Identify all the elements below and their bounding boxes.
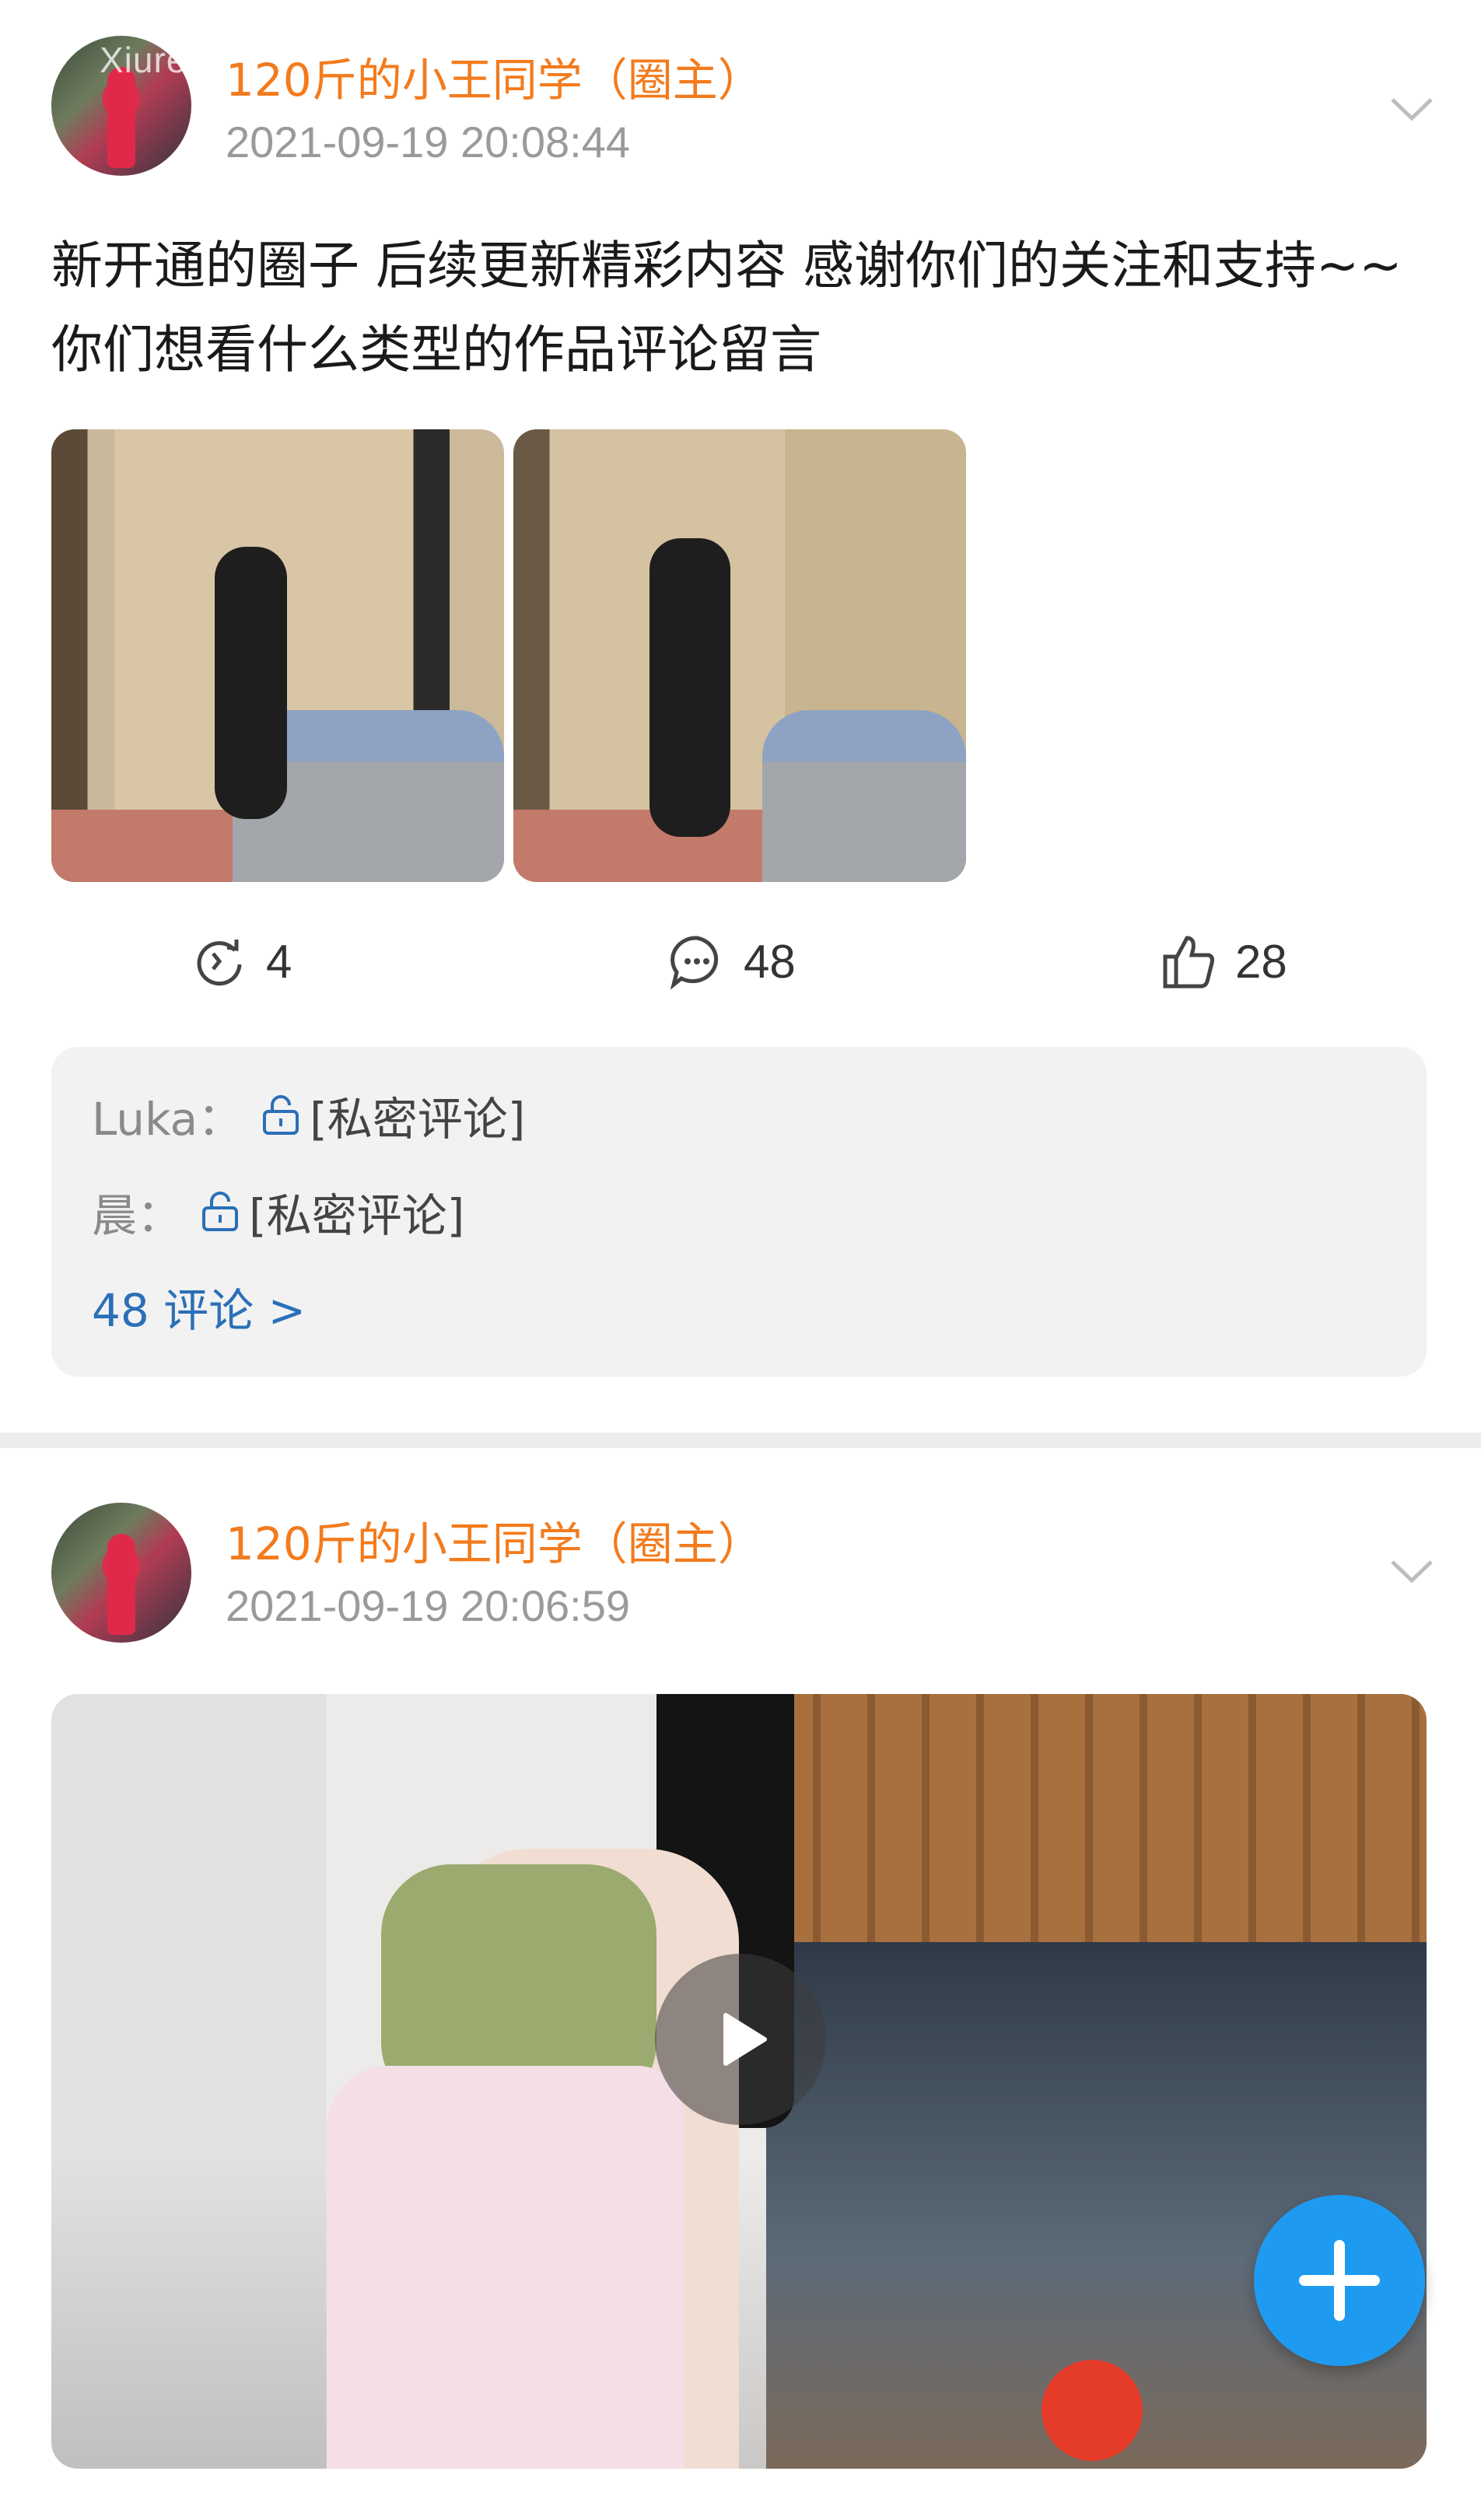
repost-count: 4 [266, 935, 292, 988]
comment-text: [私密评论] [310, 1093, 526, 1146]
comment-item[interactable]: 晨： [私密评论] [92, 1179, 464, 1244]
comment-preview[interactable]: Luka： [私密评论] 晨： [私密评论] 48 评论 > [51, 1047, 1427, 1377]
chevron-down-icon[interactable] [1388, 1546, 1436, 1594]
play-button[interactable] [655, 1954, 826, 2125]
avatar[interactable] [51, 1503, 191, 1643]
like-button[interactable]: 28 [1159, 932, 1287, 991]
post-divider [0, 1433, 1481, 1448]
repost-button[interactable]: 4 [190, 932, 292, 991]
comment-button[interactable]: 48 [667, 932, 796, 991]
view-all-comments-link[interactable]: 48 评论 > [92, 1274, 306, 1339]
post-image[interactable] [513, 429, 966, 882]
action-bar: 4 48 28 [0, 926, 1481, 1003]
comment-item[interactable]: Luka： [私密评论] [92, 1083, 525, 1148]
comment-text: [私密评论] [249, 1189, 465, 1242]
play-icon [723, 2013, 767, 2066]
post-time: 2021-09-19 20:06:59 [226, 1581, 630, 1630]
commenter-name: Luka： [92, 1093, 243, 1146]
author-name[interactable]: 120斤的小王同学（圈主） [226, 44, 763, 109]
add-post-button[interactable] [1254, 2195, 1425, 2366]
watermark: Xiuren [100, 40, 208, 80]
post-1: 120斤的小王同学（圈主） 2021-09-19 20:08:44 新开通的圈子… [0, 0, 1481, 1433]
repost-icon [197, 940, 242, 986]
post-time: 2021-09-19 20:08:44 [226, 117, 630, 166]
post-text: 新开通的圈子 后续更新精彩内容 感谢你们的关注和支持~~你们想看什么类型的作品评… [51, 236, 1402, 380]
commenter-name: 晨： [92, 1189, 183, 1242]
like-icon [1163, 936, 1214, 989]
plus-icon [1299, 2240, 1380, 2321]
post-image[interactable] [51, 429, 504, 882]
chevron-down-icon[interactable] [1388, 84, 1436, 132]
comment-icon [670, 936, 719, 990]
comment-count: 48 [744, 935, 796, 988]
author-name[interactable]: 120斤的小王同学（圈主） [226, 1507, 763, 1573]
like-count: 28 [1235, 935, 1287, 988]
lock-icon [263, 1095, 299, 1135]
lock-icon [202, 1192, 239, 1231]
